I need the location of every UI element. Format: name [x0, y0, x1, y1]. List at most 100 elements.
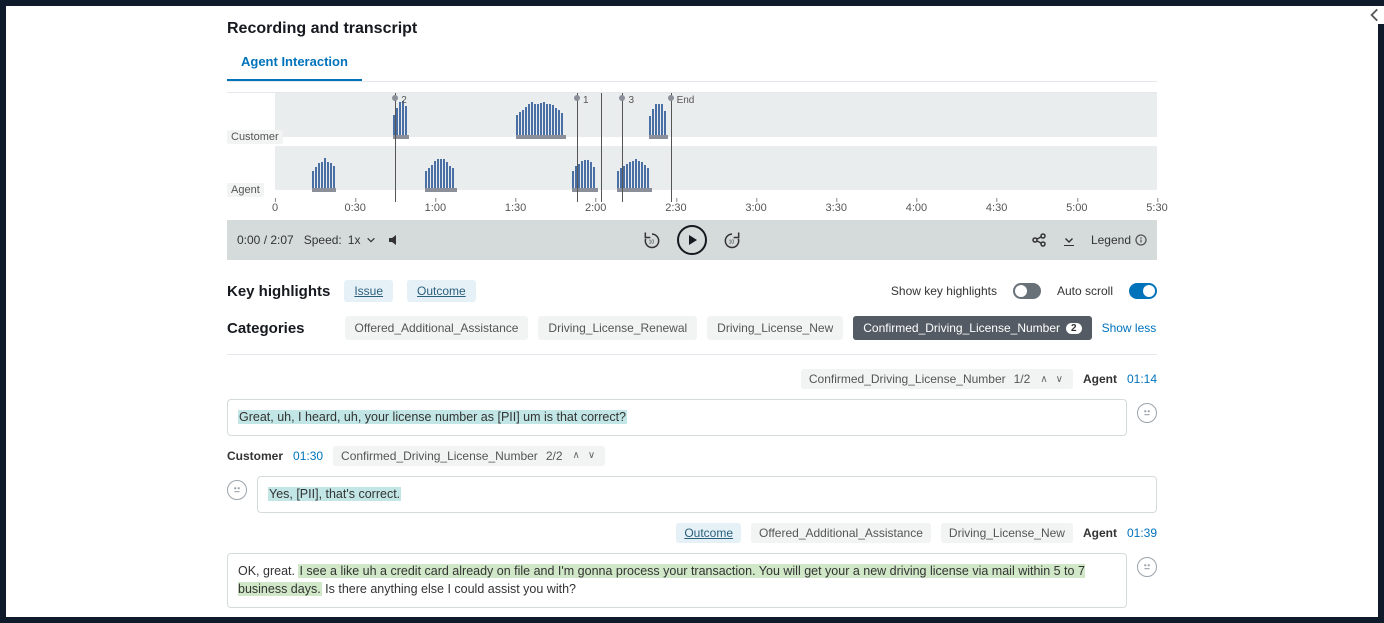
svg-text:10: 10: [729, 239, 735, 245]
transcript-text-span: Great, uh, I heard, uh, your license num…: [238, 410, 627, 424]
chart-lane-label-customer: Customer: [227, 130, 283, 144]
autoscroll-label: Auto scroll: [1057, 284, 1113, 298]
waveform-burst: [649, 104, 666, 135]
categories-title: Categories: [227, 320, 305, 337]
category-nav-next[interactable]: ∨: [586, 450, 597, 461]
axis-tick: 2:00: [585, 202, 606, 214]
axis-tick: 4:00: [906, 202, 927, 214]
download-button[interactable]: [1061, 232, 1077, 248]
transcript-bubble: OK, great. I see a like uh a credit card…: [227, 553, 1127, 609]
transcript-entry-header: Outcome Offered_Additional_Assistance Driv…: [227, 523, 1157, 543]
category-nav: Confirmed_Driving_License_Number1/2∧∨: [801, 369, 1073, 389]
autoscroll-toggle[interactable]: [1129, 283, 1157, 299]
speaker-label: Agent: [1083, 372, 1117, 386]
legend-button[interactable]: Legend: [1091, 233, 1147, 247]
axis-tick: 5:30: [1146, 202, 1167, 214]
category-nav-label: Confirmed_Driving_License_Number: [809, 372, 1006, 386]
speed-label: Speed:: [304, 233, 342, 247]
chart-marker: [395, 93, 396, 202]
waveform-burst: [572, 160, 595, 188]
rewind-10-button[interactable]: 10: [641, 229, 663, 251]
highlight-issue-chip[interactable]: Issue: [344, 280, 393, 302]
sentiment-neutral-icon: [1137, 557, 1157, 577]
waveform-burst: [425, 159, 454, 188]
categories-showless-link[interactable]: Show less: [1102, 321, 1157, 335]
category-nav-prev[interactable]: ∧: [1038, 374, 1049, 385]
transcript-entry-header: Customer01:30Confirmed_Driving_License_N…: [227, 446, 1157, 466]
chart-marker-label: 1: [583, 95, 589, 106]
collapse-panel-chevron[interactable]: [1366, 6, 1384, 24]
axis-tick: 1:00: [425, 202, 446, 214]
highlight-outcome-chip[interactable]: Outcome: [407, 280, 476, 302]
section-title: Recording and transcript: [227, 20, 1157, 38]
category-chip-Offered_Additional_Assistance[interactable]: Offered_Additional_Assistance: [345, 316, 529, 340]
entry-chip-Outcome[interactable]: Outcome: [676, 523, 741, 543]
transcript-bubble: Yes, [PII], that's correct.: [257, 476, 1157, 513]
transcript-text-span: Yes, [PII], that's correct.: [268, 487, 401, 501]
timestamp: 01:39: [1127, 526, 1157, 540]
forward-10-button[interactable]: 10: [721, 229, 743, 251]
waveform-burst: [312, 158, 335, 188]
categories-row: Categories Offered_Additional_Assistance…: [227, 310, 1157, 355]
chart-marker-label: 3: [628, 95, 634, 106]
chart-marker: [601, 93, 602, 202]
speaker-label: Agent: [1083, 526, 1117, 540]
axis-tick: 5:00: [1066, 202, 1087, 214]
category-nav-next[interactable]: ∨: [1054, 374, 1065, 385]
share-button[interactable]: [1031, 232, 1047, 248]
axis-tick: 0:30: [344, 202, 365, 214]
category-count-badge: 2: [1066, 323, 1082, 334]
transcript-text-span: OK, great.: [238, 564, 298, 578]
category-chip-Driving_License_New[interactable]: Driving_License_New: [707, 316, 843, 340]
chart-marker-dot: [392, 95, 398, 101]
entry-chip-Offered_Additional_Assistance[interactable]: Offered_Additional_Assistance: [751, 523, 931, 543]
category-chips: Offered_Additional_Assistance Driving_Lic…: [345, 316, 1092, 340]
legend-label: Legend: [1091, 233, 1131, 247]
transcript-row: OK, great. I see a like uh a credit card…: [227, 553, 1157, 609]
transcript-entries: Confirmed_Driving_License_Number1/2∧∨Age…: [227, 355, 1157, 608]
play-button[interactable]: [677, 225, 707, 255]
timestamp: 01:30: [293, 449, 323, 463]
page: Recording and transcript Agent Interacti…: [6, 6, 1378, 617]
transcript-entry-header: Confirmed_Driving_License_Number1/2∧∨Age…: [227, 369, 1157, 389]
waveform-burst-shadow: [425, 188, 457, 192]
volume-button[interactable]: [386, 232, 402, 248]
chevron-down-icon: [366, 235, 376, 245]
category-chip-Confirmed_Driving_License_Number[interactable]: Confirmed_Driving_License_Number2: [853, 316, 1091, 340]
category-nav-label: Confirmed_Driving_License_Number: [341, 449, 538, 463]
player-bar: 0:00 / 2:07 Speed: 1x 10: [227, 220, 1157, 260]
chart-marker: [671, 93, 672, 202]
category-nav-prev[interactable]: ∧: [571, 450, 582, 461]
tab-agent-interaction[interactable]: Agent Interaction: [227, 46, 362, 81]
sentiment-neutral-icon: [1137, 403, 1157, 423]
chart-marker-dot: [619, 95, 625, 101]
chart-marker: [577, 93, 578, 202]
chart-lane-label-agent: Agent: [227, 183, 264, 197]
chart-lane-customer: [275, 93, 1157, 137]
transcript-text-span: Is there anything else I could assist yo…: [322, 582, 576, 596]
chart-marker-label: 2: [401, 95, 407, 106]
axis-tick: 0: [272, 202, 278, 214]
axis-tick: 3:00: [745, 202, 766, 214]
tabs: Agent Interaction: [227, 46, 1157, 82]
waveform-burst-shadow: [312, 188, 336, 192]
waveform-burst-shadow: [649, 135, 668, 139]
waveform-chart[interactable]: Customer Agent 213End: [227, 92, 1157, 202]
info-icon: [1135, 234, 1147, 246]
playback-position: 0:00 / 2:07: [237, 233, 294, 247]
axis-tick: 3:30: [826, 202, 847, 214]
category-chip-Driving_License_Renewal[interactable]: Driving_License_Renewal: [538, 316, 697, 340]
time-axis: 00:301:001:302:002:303:003:304:004:305:0…: [227, 202, 1157, 220]
show-highlights-toggle[interactable]: [1013, 283, 1041, 299]
timestamp: 01:14: [1127, 372, 1157, 386]
waveform-burst: [516, 102, 563, 135]
content-column: Recording and transcript Agent Interacti…: [217, 6, 1167, 617]
speed-value: 1x: [348, 233, 361, 247]
entry-chip-Driving_License_New[interactable]: Driving_License_New: [941, 523, 1073, 543]
axis-tick: 4:30: [986, 202, 1007, 214]
speed-control[interactable]: Speed: 1x: [304, 233, 377, 247]
key-highlights-row: Key highlights Issue Outcome Show key hi…: [227, 260, 1157, 310]
transcript-row: Yes, [PII], that's correct.: [227, 476, 1157, 513]
waveform-burst-shadow: [516, 135, 567, 139]
sentiment-neutral-icon: [227, 480, 247, 500]
